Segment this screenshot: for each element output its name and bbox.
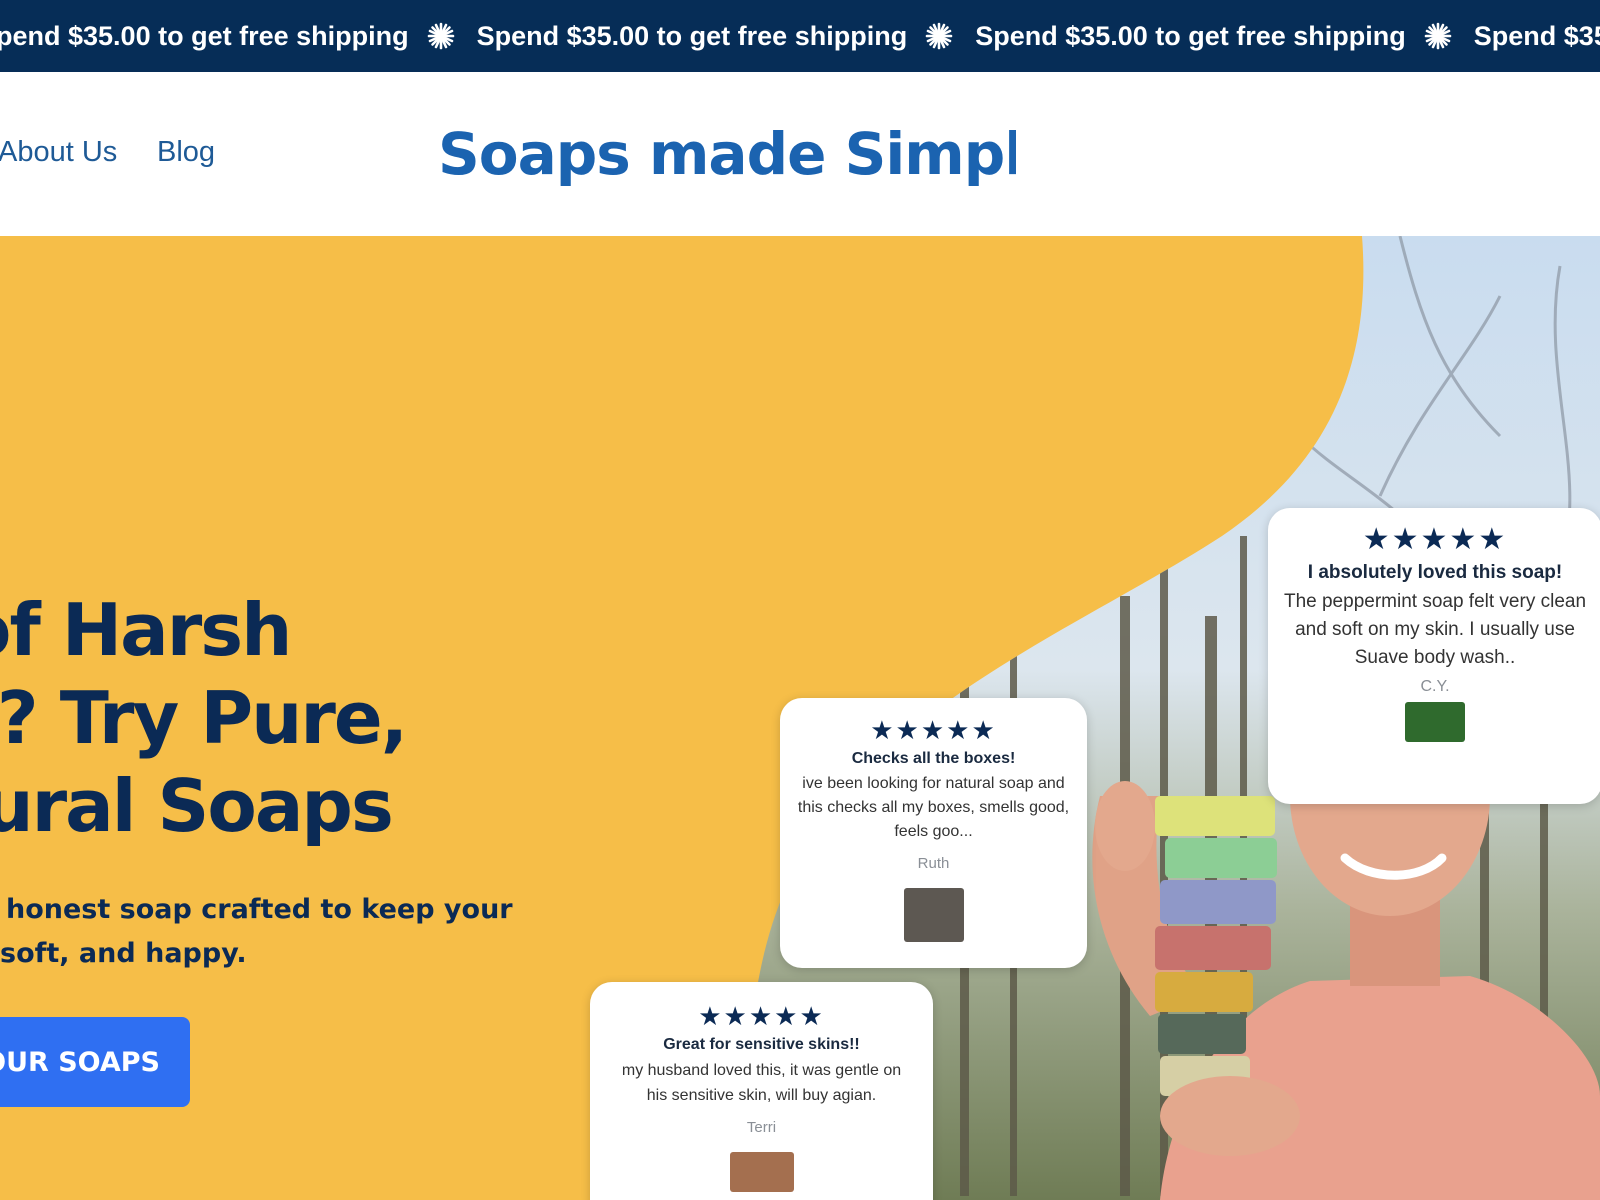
review-title: I absolutely loved this soap! xyxy=(1307,562,1563,583)
announcement-item: Spend $35.00 to get free shipping xyxy=(0,21,477,52)
announcement-item: Spend $35.00 to get free shipping xyxy=(975,21,1474,52)
announcement-text: Spend $35.00 to get free shipping xyxy=(0,20,409,51)
review-photo-thumbnail[interactable] xyxy=(1405,702,1465,742)
hero-section: of Harsh s? Try Pure, tural Soaps honest… xyxy=(0,236,1600,1200)
subtext-line: soft, and happy. xyxy=(0,938,247,969)
review-card[interactable]: ★★★★★ Great for sensitive skins!! my hus… xyxy=(590,982,933,1200)
subtext-line: honest soap crafted to keep your xyxy=(6,894,513,925)
review-photo-thumbnail[interactable] xyxy=(903,888,964,942)
headline-line: tural Soaps xyxy=(0,764,394,848)
star-rating: ★★★★★ xyxy=(1362,523,1508,556)
announcement-text: Spend $35.00 to get free shipping xyxy=(975,20,1406,51)
hero-headline: of Harsh s? Try Pure, tural Soaps xyxy=(0,586,408,850)
site-logo[interactable]: Soaps made Simple xyxy=(438,112,1016,196)
announcement-marquee: Spend $35.00 to get free shipping Spend … xyxy=(0,0,1600,72)
burst-icon xyxy=(427,22,454,50)
star-rating: ★★★★★ xyxy=(870,715,997,745)
reviewer-name: Terri xyxy=(746,1119,777,1136)
nav-link-about-us[interactable]: About Us xyxy=(0,136,117,169)
announcement-item: Spend $35.00 to get free shipping xyxy=(1474,21,1600,52)
burst-icon xyxy=(1424,22,1452,50)
review-body: ive been looking for natural soap and th… xyxy=(797,775,1070,840)
burst-icon xyxy=(925,22,953,50)
review-photo-thumbnail[interactable] xyxy=(729,1152,794,1192)
shop-soaps-button[interactable]: OUR SOAPS xyxy=(0,1017,190,1107)
review-body: The peppermint soap felt very clean and … xyxy=(1283,591,1587,668)
announcement-text: Spend $35.00 to get free shipping xyxy=(476,20,908,51)
announcement-text: Spend $35.00 to get free shipping xyxy=(1473,20,1600,51)
review-card[interactable]: ★★★★★ I absolutely loved this soap! The … xyxy=(1268,508,1600,804)
star-rating: ★★★★★ xyxy=(698,1001,825,1031)
announcement-bar: Spend $35.00 to get free shipping Spend … xyxy=(0,0,1600,72)
review-title: Checks all the boxes! xyxy=(851,750,1016,767)
reviewer-name: C.Y. xyxy=(1420,678,1450,695)
review-body: my husband loved this, it was gentle on … xyxy=(621,1062,902,1104)
hero-subtext: honest soap crafted to keep your soft, a… xyxy=(0,888,513,976)
nav-link-blog[interactable]: Blog xyxy=(157,136,215,169)
announcement-item: Spend $35.00 to get free shipping xyxy=(477,21,976,52)
headline-line: s? Try Pure, xyxy=(0,676,408,760)
logo-text: Soaps made Simple xyxy=(438,120,1016,188)
headline-line: of Harsh xyxy=(0,588,292,672)
review-card[interactable]: ★★★★★ Checks all the boxes! ive been loo… xyxy=(780,698,1087,968)
review-title: Great for sensitive skins!! xyxy=(663,1036,860,1053)
reviewer-name: Ruth xyxy=(917,855,950,872)
